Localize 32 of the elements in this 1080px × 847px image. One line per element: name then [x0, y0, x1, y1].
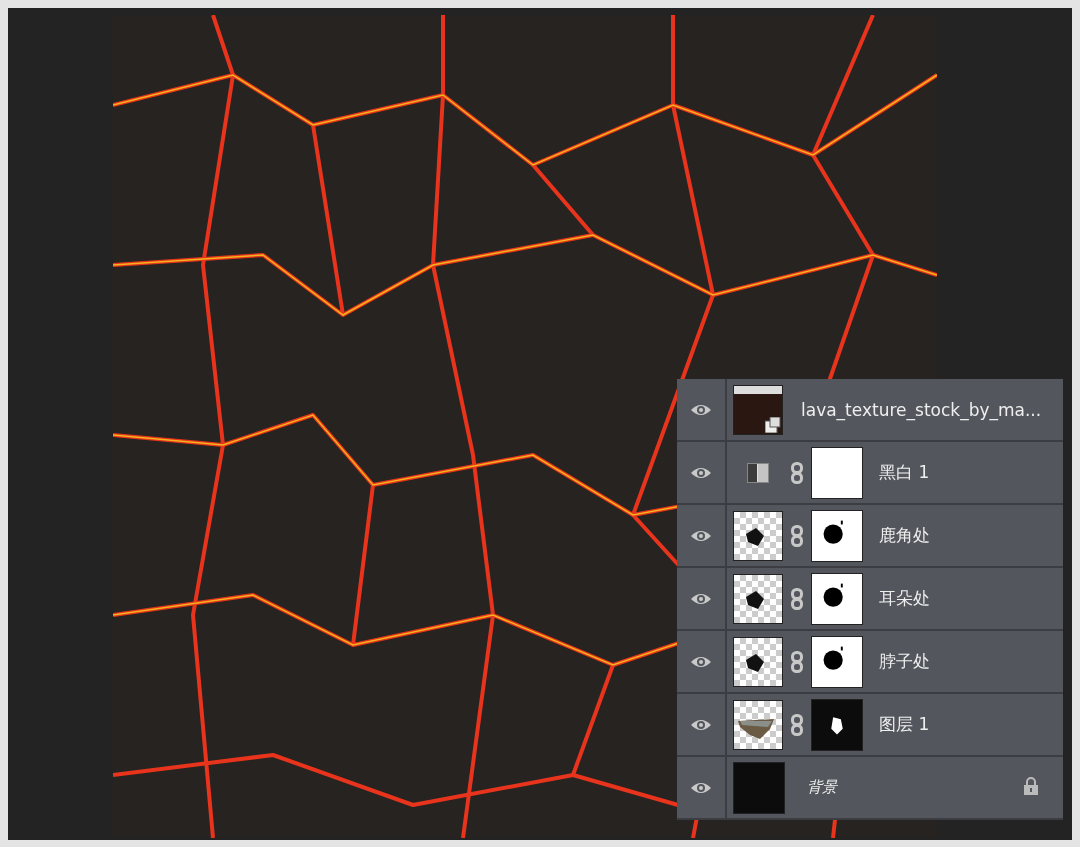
- layer-mask-thumbnail[interactable]: [811, 635, 863, 688]
- layer-name[interactable]: 背景: [807, 778, 837, 797]
- link-icon[interactable]: [791, 713, 803, 736]
- layer-name[interactable]: 脖子处: [879, 650, 930, 673]
- layer-mask-thumbnail[interactable]: [811, 446, 863, 499]
- layer-name[interactable]: 黑白 1: [879, 461, 930, 484]
- link-icon[interactable]: [791, 461, 803, 484]
- layer-mask-thumbnail[interactable]: [811, 698, 863, 751]
- adjustment-layer-icon: [747, 462, 769, 483]
- layer-thumbnail: [733, 573, 783, 624]
- layer-name[interactable]: lava_texture_stock_by_ma...: [801, 399, 1042, 420]
- eye-icon[interactable]: [690, 465, 712, 480]
- layer-mask-thumbnail[interactable]: [811, 572, 863, 625]
- eye-icon[interactable]: [690, 780, 712, 795]
- layer-thumbnail: [733, 761, 785, 814]
- eye-icon[interactable]: [690, 528, 712, 543]
- eye-icon[interactable]: [690, 402, 712, 417]
- layer-name[interactable]: 鹿角处: [879, 524, 930, 547]
- link-icon[interactable]: [791, 524, 803, 547]
- layer-mask-thumbnail[interactable]: [811, 509, 863, 562]
- eye-icon[interactable]: [690, 717, 712, 732]
- smart-object-icon: [765, 416, 781, 433]
- link-icon[interactable]: [791, 650, 803, 673]
- lock-icon[interactable]: [1023, 775, 1039, 796]
- layer-thumbnail: [733, 510, 783, 561]
- eye-icon[interactable]: [690, 654, 712, 669]
- link-icon[interactable]: [791, 587, 803, 610]
- layer-name[interactable]: 耳朵处: [879, 587, 930, 610]
- layer-thumbnail: [733, 636, 783, 687]
- eye-icon[interactable]: [690, 591, 712, 606]
- layer-thumbnail: [733, 699, 783, 750]
- layer-name[interactable]: 图层 1: [879, 713, 930, 736]
